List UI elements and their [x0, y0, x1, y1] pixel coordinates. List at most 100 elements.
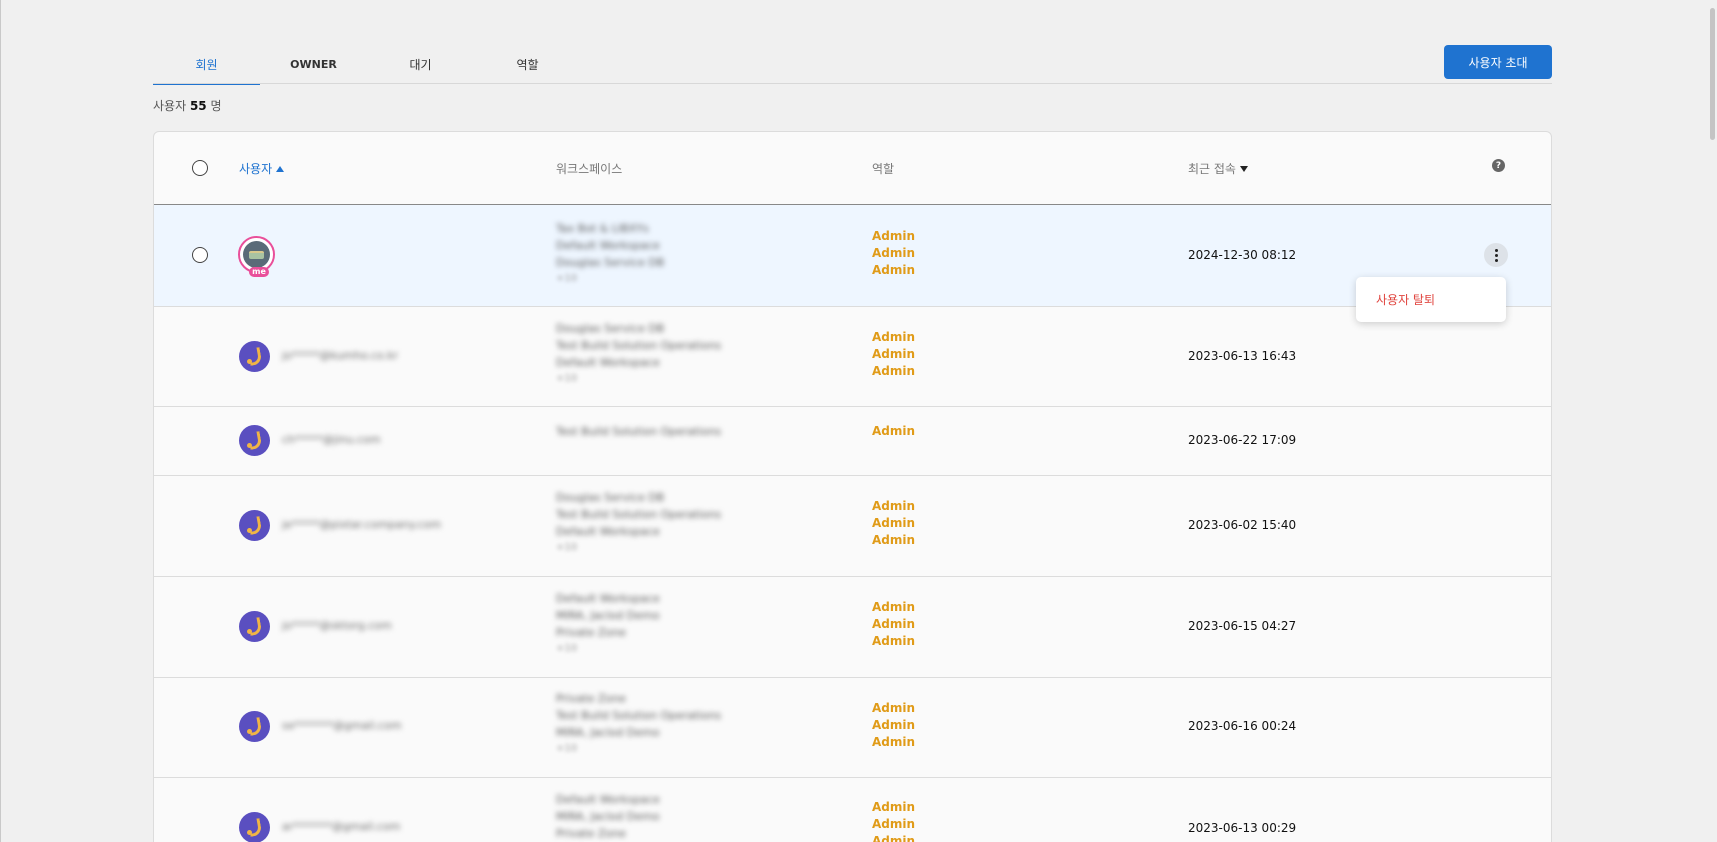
workspace-name: Test Build Solution Operations	[556, 425, 722, 438]
sort-desc-icon	[1239, 165, 1248, 172]
withdraw-user-menu-item[interactable]: 사용자 탈퇴	[1376, 291, 1435, 308]
role-badge: Admin	[872, 600, 916, 614]
scrollbar-thumb[interactable]	[1710, 8, 1715, 140]
invite-user-button[interactable]: 사용자 초대	[1444, 45, 1552, 79]
role-list: Admin Admin Admin	[872, 599, 915, 650]
column-user-label: 사용자	[239, 162, 273, 176]
help-icon[interactable]: ?	[1492, 159, 1505, 172]
scrollbar-track[interactable]	[1707, 0, 1717, 842]
user-email: ch*****@jinu.com	[282, 433, 381, 446]
workspace-name: Douglas Service DB	[556, 491, 665, 504]
workspace-list: Tax Bot & LIBXYs Default Workspace Dougl…	[556, 220, 664, 287]
role-list: Admin Admin Admin	[872, 498, 915, 549]
tab-members[interactable]: 회원	[153, 44, 260, 85]
last-access-time: 2023-06-13 00:29	[1188, 821, 1297, 835]
role-list: Admin Admin Admin	[872, 700, 915, 751]
role-badge: Admin	[872, 347, 916, 361]
last-access-time: 2023-06-22 17:09	[1188, 433, 1297, 447]
row-context-menu: 사용자 탈퇴	[1356, 277, 1506, 322]
bus-icon	[249, 250, 264, 259]
column-last-access[interactable]: 최근 접속	[1188, 160, 1248, 177]
role-badge: Admin	[872, 229, 916, 243]
role-badge: Admin	[872, 817, 916, 831]
column-role-label: 역할	[872, 162, 895, 176]
avatar	[239, 425, 270, 456]
workspace-more[interactable]: +10	[556, 271, 580, 287]
workspace-name: MIRA, Jaclod Demo	[556, 810, 660, 823]
workspace-name: Private Zone	[556, 692, 626, 705]
workspace-list: Default Workspace MIRA, Jaclod Demo Priv…	[556, 590, 660, 657]
column-role: 역할	[872, 160, 894, 177]
tab-pending[interactable]: 대기	[367, 44, 474, 84]
workspace-name: Private Zone	[556, 827, 626, 840]
avatar	[239, 611, 270, 642]
avatar	[239, 341, 270, 372]
table-row[interactable]: jo*****@kumho.co.kr Douglas Service DB T…	[154, 307, 1551, 407]
workspace-more[interactable]: +10	[556, 741, 580, 757]
tab-roles[interactable]: 역할	[474, 44, 581, 84]
workspace-name: Default Workspace	[556, 592, 660, 605]
role-list: Admin Admin Admin	[872, 329, 915, 380]
table-row[interactable]: jo*****@sktorg.com Default Workspace MIR…	[154, 577, 1551, 678]
last-access-time: 2024-12-30 08:12	[1188, 248, 1297, 262]
more-options-icon[interactable]	[1484, 243, 1508, 267]
role-badge: Admin	[872, 634, 916, 648]
row-select-radio[interactable]	[192, 247, 208, 263]
user-email: ar*******@gmail.com	[282, 820, 401, 833]
last-access-time: 2023-06-16 00:24	[1188, 719, 1297, 733]
table-row[interactable]: je*****@pixtar.company.com Douglas Servi…	[154, 476, 1551, 577]
table-row[interactable]: ch*****@jinu.com Test Build Solution Ope…	[154, 407, 1551, 476]
workspace-list: Douglas Service DB Test Build Solution O…	[556, 320, 721, 387]
role-list: Admin Admin Admin	[872, 799, 915, 842]
role-badge: Admin	[872, 246, 916, 260]
workspace-name: MIRA, Jaclod Demo	[556, 726, 660, 739]
role-badge: Admin	[872, 800, 916, 814]
workspace-name: Douglas Service DB	[556, 256, 665, 269]
workspace-name: Default Workspace	[556, 239, 660, 252]
workspace-list: Private Zone Test Build Solution Operati…	[556, 690, 721, 757]
workspace-more[interactable]: +10	[556, 371, 580, 387]
avatar-image	[243, 241, 270, 268]
user-email: jo*****@sktorg.com	[282, 619, 392, 632]
column-last-access-label: 최근 접속	[1188, 162, 1236, 176]
column-user[interactable]: 사용자	[239, 160, 285, 177]
avatar	[239, 812, 270, 842]
role-list: Admin	[872, 423, 915, 440]
role-badge: Admin	[872, 718, 916, 732]
workspace-name: Douglas Service DB	[556, 322, 665, 335]
table-row[interactable]: me Tax Bot & LIBXYs Default Workspace Do…	[154, 205, 1551, 307]
column-workspace-label: 워크스페이스	[556, 162, 623, 176]
workspace-list: Default Workspace MIRA, Jaclod Demo Priv…	[556, 791, 660, 842]
user-email: jo*****@kumho.co.kr	[282, 349, 398, 362]
window-edge	[0, 0, 1, 842]
role-badge: Admin	[872, 516, 916, 530]
tab-owner[interactable]: OWNER	[260, 44, 367, 84]
workspace-name: Default Workspace	[556, 525, 660, 538]
role-badge: Admin	[872, 533, 916, 547]
role-badge: Admin	[872, 263, 916, 277]
role-list: Admin Admin Admin	[872, 228, 915, 279]
last-access-time: 2023-06-02 15:40	[1188, 518, 1297, 532]
avatar	[239, 510, 270, 541]
workspace-name: MIRA, Jaclod Demo	[556, 609, 660, 622]
last-access-time: 2023-06-15 04:27	[1188, 619, 1297, 633]
role-badge: Admin	[872, 330, 916, 344]
workspace-name: Default Workspace	[556, 793, 660, 806]
select-all-radio[interactable]	[192, 160, 208, 176]
workspace-more[interactable]: +10	[556, 540, 580, 556]
member-tabs: 회원 OWNER 대기 역할	[153, 44, 583, 85]
table-header: 사용자 워크스페이스 역할 최근 접속 ?	[154, 132, 1551, 205]
role-badge: Admin	[872, 701, 916, 715]
table-row[interactable]: se*******@gmail.com Private Zone Test Bu…	[154, 678, 1551, 778]
workspace-list: Test Build Solution Operations	[556, 423, 721, 440]
user-email: je*****@pixtar.company.com	[282, 518, 442, 531]
workspace-more[interactable]: +10	[556, 641, 580, 657]
last-access-time: 2023-06-13 16:43	[1188, 349, 1297, 363]
user-count-prefix: 사용자	[153, 99, 187, 113]
table-row[interactable]: ar*******@gmail.com Default Workspace MI…	[154, 778, 1551, 842]
role-badge: Admin	[872, 499, 916, 513]
workspace-name: Private Zone	[556, 626, 626, 639]
role-badge: Admin	[872, 834, 916, 842]
avatar: me	[238, 236, 275, 277]
user-count: 사용자 55 명	[153, 97, 222, 114]
